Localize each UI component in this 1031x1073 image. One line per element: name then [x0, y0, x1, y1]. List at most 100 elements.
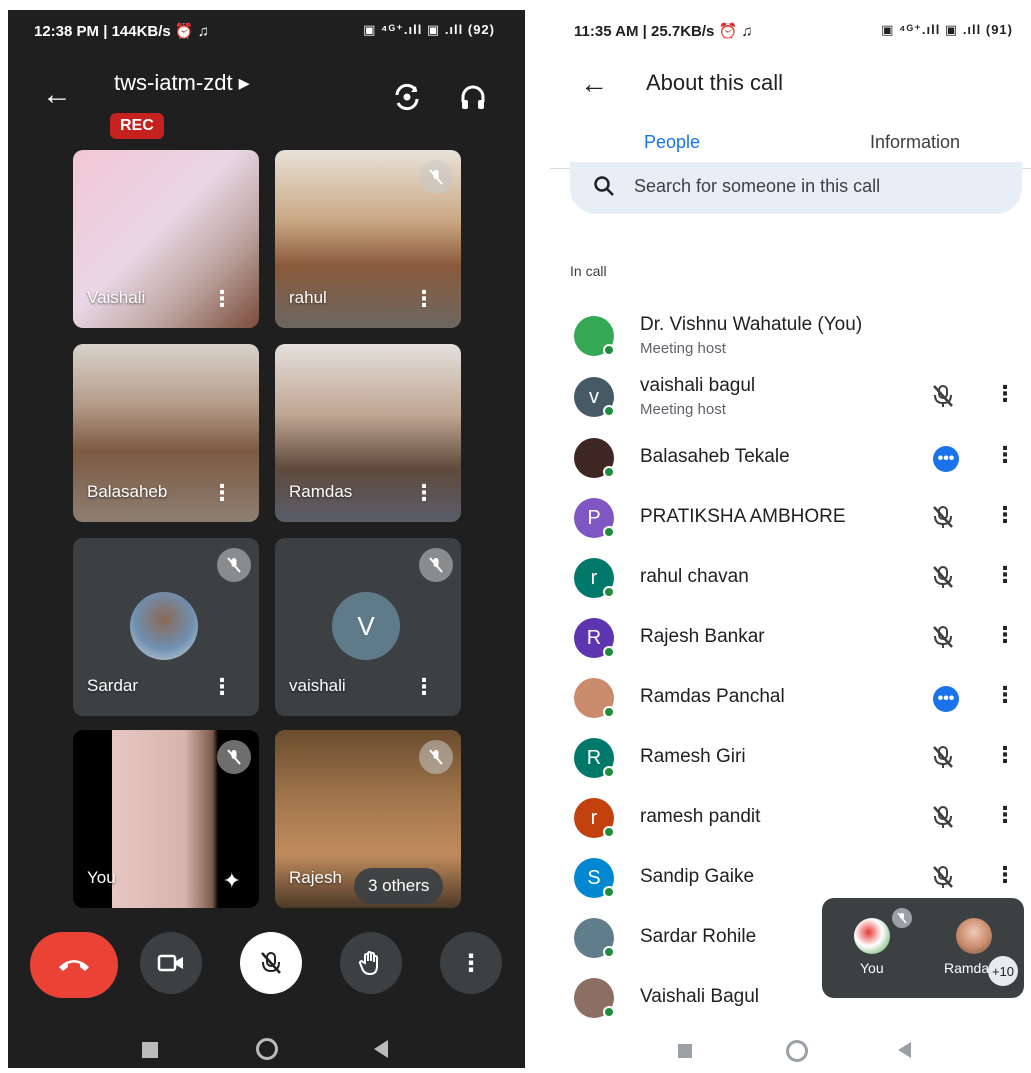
mic-off-icon — [419, 160, 453, 194]
participant-name: Rajesh Bankar — [640, 626, 765, 647]
more-vert-icon[interactable]: ⋮ — [413, 288, 435, 310]
online-indicator — [603, 706, 615, 718]
participant-row[interactable]: Ramdas Panchal ••• ⋮ — [550, 668, 1031, 726]
mic-off-icon[interactable] — [930, 864, 956, 895]
participant-tile[interactable]: rahul ⋮ — [275, 150, 461, 328]
status-bar-signal: ▣ ⁴ᴳ⁺.ıll ▣ .ıll (92) — [363, 22, 495, 37]
recents-nav-icon[interactable] — [142, 1042, 158, 1058]
mic-off-icon[interactable] — [930, 504, 956, 535]
online-indicator — [603, 344, 615, 356]
meeting-code[interactable]: tws-iatm-zdt ▸ — [114, 70, 250, 96]
more-vert-icon[interactable]: ⋮ — [994, 742, 1016, 768]
more-vert-icon[interactable]: ⋮ — [994, 381, 1016, 407]
tab-information[interactable]: Information — [870, 132, 960, 153]
more-vert-icon[interactable]: ⋮ — [413, 676, 435, 698]
more-vert-icon[interactable]: ⋮ — [413, 482, 435, 504]
online-indicator — [603, 405, 615, 417]
tile-name: You — [87, 868, 116, 887]
more-vert-icon[interactable]: ⋮ — [994, 502, 1016, 528]
more-vert-icon[interactable]: ⋮ — [994, 622, 1016, 648]
back-arrow-icon[interactable]: ← — [42, 80, 72, 110]
online-indicator — [603, 526, 615, 538]
more-vert-icon[interactable]: ⋮ — [994, 682, 1016, 708]
avatar — [854, 918, 890, 954]
mic-off-icon[interactable] — [930, 383, 956, 414]
home-nav-icon[interactable] — [256, 1038, 278, 1060]
more-vert-icon[interactable]: ⋮ — [994, 802, 1016, 828]
participant-name: vaishali bagul — [640, 375, 756, 396]
meeting-screen: 12:38 PM | 144KB/s ⏰ ♫ ▣ ⁴ᴳ⁺.ıll ▣ .ıll … — [8, 10, 525, 1068]
back-arrow-icon[interactable]: ← — [580, 68, 608, 100]
self-view-tile[interactable]: You ✦ — [73, 730, 259, 908]
back-nav-icon[interactable] — [374, 1040, 388, 1058]
search-bar[interactable]: Search for someone in this call — [570, 162, 1022, 214]
participant-row[interactable]: Dr. Vishnu Wahatule (You) Meeting host — [550, 306, 1031, 364]
participant-name: Sardar Rohile — [640, 926, 757, 947]
participant-row[interactable]: P PRATIKSHA AMBHORE ⋮ — [550, 488, 1031, 546]
participant-row[interactable]: v vaishali bagul Meeting host ⋮ — [550, 367, 1031, 425]
participant-tile[interactable]: Vaishali ⋮ — [73, 150, 259, 328]
more-vert-icon[interactable]: ⋮ — [211, 288, 233, 310]
page-title: About this call — [646, 70, 783, 95]
online-indicator — [603, 826, 615, 838]
participant-name: Balasaheb Tekale — [640, 446, 790, 467]
search-icon — [592, 174, 616, 203]
more-vert-icon[interactable]: ⋮ — [994, 862, 1016, 888]
raise-hand-button[interactable] — [340, 932, 402, 994]
tab-people[interactable]: People — [644, 132, 700, 153]
mic-off-icon — [217, 548, 251, 582]
effects-sparkle-icon[interactable]: ✦ — [223, 868, 241, 894]
participant-tile[interactable]: V vaishali ⋮ — [275, 538, 461, 716]
online-indicator — [603, 886, 615, 898]
camera-toggle-button[interactable] — [140, 932, 202, 994]
participant-row[interactable]: r ramesh pandit ⋮ — [550, 788, 1031, 846]
participant-tile[interactable]: Ramdas ⋮ — [275, 344, 461, 522]
speaking-indicator-icon: ••• — [933, 446, 959, 472]
search-placeholder: Search for someone in this call — [634, 176, 881, 196]
mic-off-icon[interactable] — [930, 744, 956, 775]
speaking-indicator-icon: ••• — [933, 686, 959, 712]
end-call-button[interactable] — [30, 932, 118, 998]
more-vert-icon[interactable]: ⋮ — [994, 562, 1016, 588]
section-label: In call — [570, 263, 607, 279]
tile-name: vaishali — [289, 676, 346, 695]
participant-name: PRATIKSHA AMBHORE — [640, 506, 846, 527]
participant-tile[interactable]: Balasaheb ⋮ — [73, 344, 259, 522]
participant-row[interactable]: Balasaheb Tekale ••• ⋮ — [550, 428, 1031, 486]
mic-off-icon — [419, 548, 453, 582]
more-vert-icon[interactable]: ⋮ — [994, 442, 1016, 468]
tile-name: Ramdas — [289, 482, 353, 501]
mic-toggle-button[interactable] — [240, 932, 302, 994]
more-vert-icon[interactable]: ⋮ — [211, 676, 233, 698]
pip-you-label: You — [860, 960, 884, 976]
participant-row[interactable]: R Ramesh Giri ⋮ — [550, 728, 1031, 786]
more-options-button[interactable]: ⋮ — [440, 932, 502, 994]
back-nav-icon[interactable] — [898, 1042, 911, 1058]
participant-row[interactable]: r rahul chavan ⋮ — [550, 548, 1031, 606]
tile-name: rahul — [289, 288, 327, 307]
home-nav-icon[interactable] — [786, 1040, 808, 1062]
mic-off-icon[interactable] — [930, 564, 956, 595]
recents-nav-icon[interactable] — [678, 1044, 692, 1058]
mic-off-icon[interactable] — [930, 624, 956, 655]
participant-tile[interactable]: Sardar ⋮ — [73, 538, 259, 716]
headphones-icon[interactable] — [458, 82, 488, 117]
others-pill[interactable]: 3 others — [354, 868, 444, 904]
switch-camera-icon[interactable] — [392, 82, 422, 117]
participant-name: Dr. Vishnu Wahatule (You) — [640, 314, 863, 335]
mic-off-icon — [892, 908, 912, 928]
tile-name: Vaishali — [87, 288, 146, 307]
recording-badge: REC — [110, 113, 164, 139]
mic-off-icon[interactable] — [930, 804, 956, 835]
participant-row[interactable]: R Rajesh Bankar ⋮ — [550, 608, 1031, 666]
online-indicator — [603, 946, 615, 958]
pip-other-label: Ramda — [944, 960, 990, 976]
tile-name: Rajesh — [289, 868, 342, 887]
mic-off-icon — [217, 740, 251, 774]
participant-name: Vaishali Bagul — [640, 986, 760, 1007]
tile-name: Sardar — [87, 676, 139, 695]
tile-name: Balasaheb — [87, 482, 168, 501]
more-vert-icon[interactable]: ⋮ — [211, 482, 233, 504]
status-bar-signal: ▣ ⁴ᴳ⁺.ıll ▣ .ıll (91) — [881, 22, 1013, 37]
pip-window[interactable]: You Ramda +10 — [822, 898, 1024, 998]
